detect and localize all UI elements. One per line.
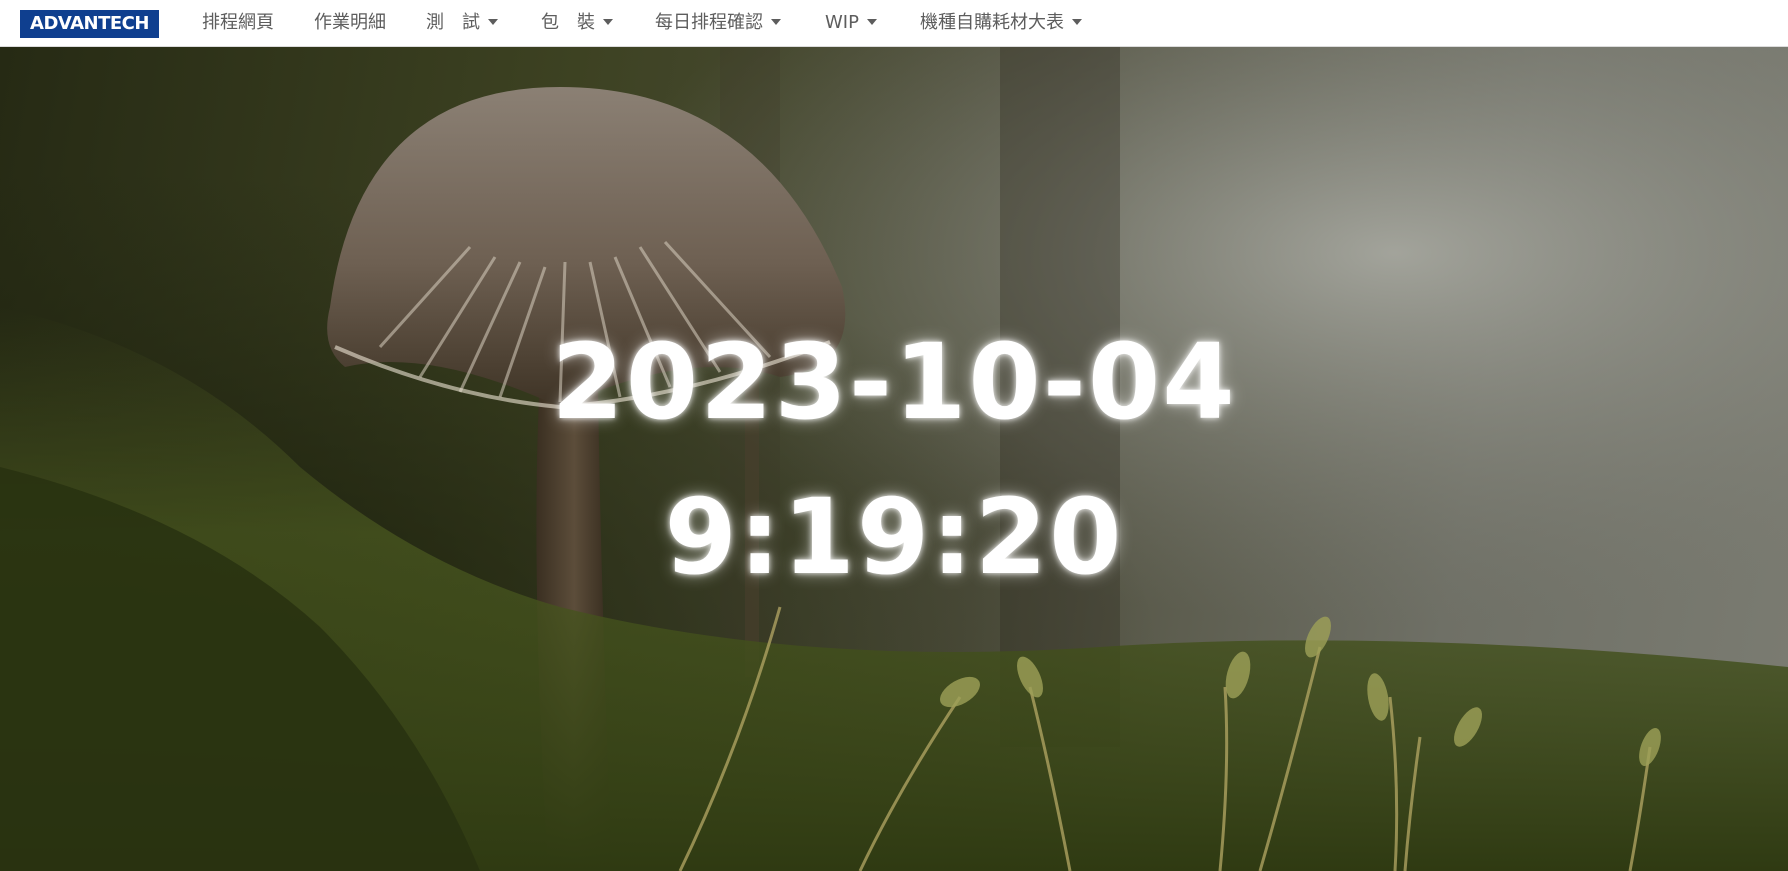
- nav-item-label: 排程網頁: [202, 12, 274, 33]
- nav-item-label: 包 裝: [541, 12, 595, 33]
- nav-item-label: 機種自購耗材大表: [920, 12, 1064, 33]
- nav-item-packaging-dropdown[interactable]: 包 裝: [541, 11, 613, 35]
- mushroom-moss-illustration: [0, 47, 1788, 871]
- caret-down-icon: [866, 19, 877, 25]
- nav-item-wip-dropdown[interactable]: WIP: [825, 11, 877, 35]
- caret-down-icon: [1072, 19, 1082, 25]
- caret-down-icon: [771, 19, 781, 25]
- caret-down-icon: [603, 19, 613, 25]
- caret-down-icon: [488, 19, 498, 25]
- nav-item-work-details[interactable]: 作業明細: [314, 11, 386, 35]
- clock-time: 9:19:20: [664, 476, 1124, 598]
- nav-item-label: 每日排程確認: [655, 12, 763, 33]
- advantech-logo[interactable]: ADVANTECH: [20, 10, 159, 38]
- nav-item-label: WIP: [825, 12, 859, 33]
- hero-background: 2023-10-04 9:19:20: [0, 47, 1788, 871]
- clock-date: 2023-10-04: [551, 321, 1237, 443]
- nav-item-daily-schedule-dropdown[interactable]: 每日排程確認: [655, 11, 781, 35]
- nav-item-label: 作業明細: [314, 12, 386, 33]
- nav-item-schedule-web[interactable]: 排程網頁: [202, 11, 274, 35]
- top-navbar: ADVANTECH 排程網頁 作業明細 測 試 包 裝 每日排程確認 WIP 機…: [0, 0, 1788, 47]
- nav-item-label: 測 試: [426, 12, 480, 33]
- nav-item-test-dropdown[interactable]: 測 試: [426, 11, 498, 35]
- nav-item-consumables-dropdown[interactable]: 機種自購耗材大表: [920, 11, 1082, 35]
